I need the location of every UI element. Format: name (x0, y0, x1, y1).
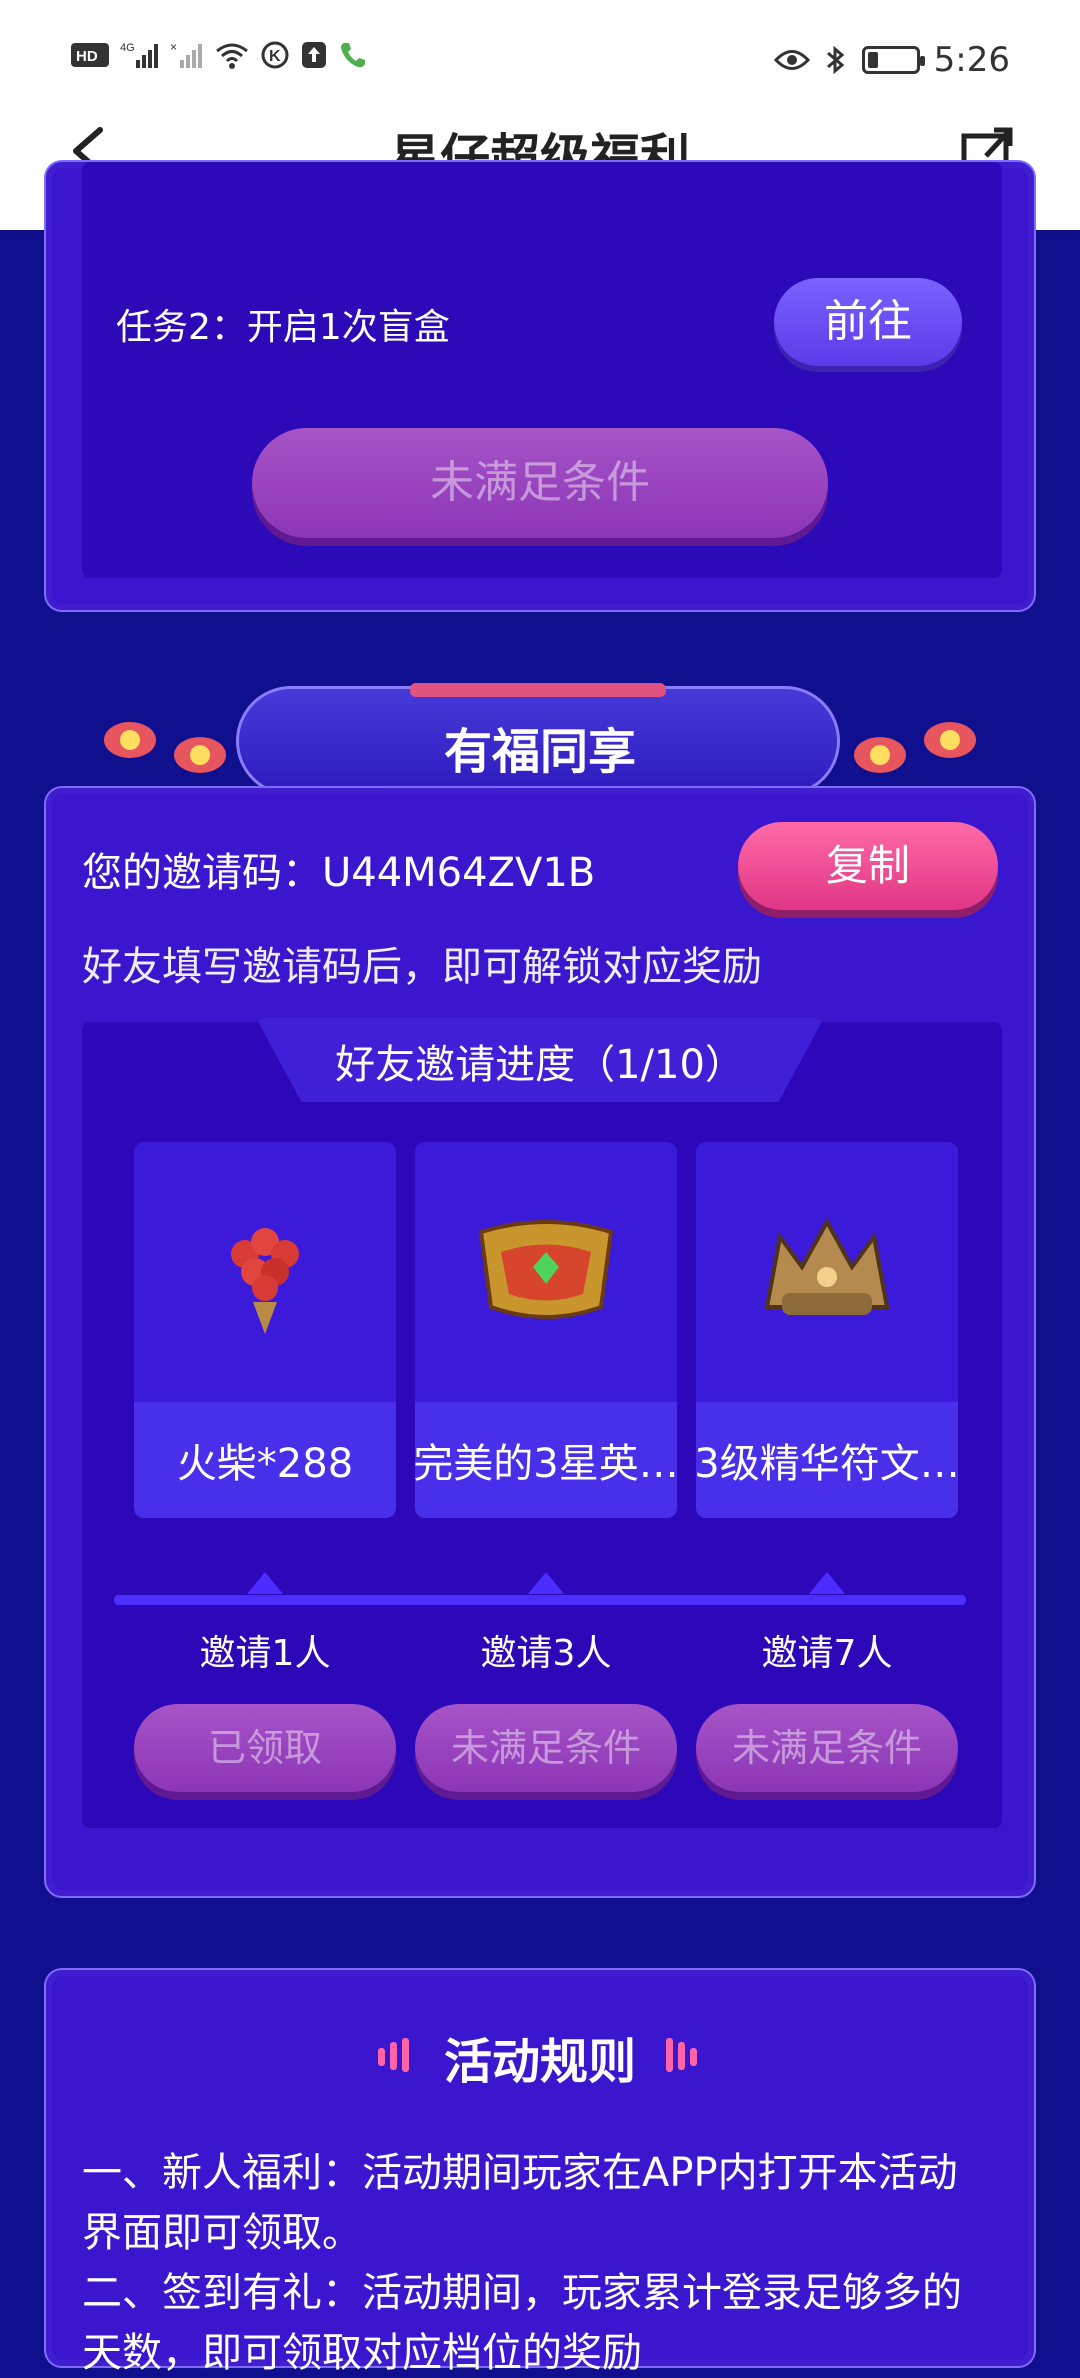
reward-card-1: 火柴*288 (134, 1142, 396, 1518)
call-icon (338, 40, 366, 70)
reward-2-name: 完美的3星英… (415, 1402, 677, 1518)
eye-icon (773, 47, 810, 73)
invite-progress-line (114, 1595, 966, 1605)
hero-chest-icon (415, 1142, 677, 1402)
battery-level (867, 52, 879, 68)
reward-2-button[interactable]: 未满足条件 (415, 1704, 677, 1792)
svg-text:×: × (170, 40, 177, 54)
unlock-text: 好友填写邀请码后，即可解锁对应奖励 (82, 944, 762, 990)
matches-bouquet-icon (134, 1142, 396, 1402)
svg-text:HD: HD (76, 48, 98, 65)
signal-icon: × (170, 40, 204, 70)
upload-icon (300, 40, 328, 70)
rules-line-3: 二、签到有礼：活动期间，玩家累计登录足够多的 (82, 2270, 962, 2316)
bluetooth-icon (824, 45, 848, 75)
reward-card-3: 3级精华符文… (696, 1142, 958, 1518)
progress-title: 好友邀请进度（1/10） (335, 1042, 745, 1088)
reward-1-button[interactable]: 已领取 (134, 1704, 396, 1792)
4g-signal-icon: 4G (120, 40, 160, 70)
svg-text:K: K (269, 48, 281, 65)
rune-crown-icon (696, 1142, 958, 1402)
progress-tick-2 (528, 1572, 564, 1594)
k-icon: K (260, 40, 290, 70)
progress-tick-3 (809, 1572, 845, 1594)
invite-code-label: 您的邀请码：U44M64ZV1B (82, 850, 596, 896)
reward-card-2: 完美的3星英… (415, 1142, 677, 1518)
status-time: 5:26 (933, 40, 1010, 80)
reward-1-requirement: 邀请1人 (199, 1633, 331, 1674)
task-card (44, 160, 1036, 612)
progress-tick-1 (247, 1572, 283, 1594)
svg-text:4G: 4G (120, 42, 135, 54)
reward-1-name: 火柴*288 (134, 1402, 396, 1518)
hd-icon: HD (70, 42, 110, 68)
status-icons-left: HD 4G × K (70, 40, 366, 70)
rules-line-2: 界面即可领取。 (82, 2210, 362, 2256)
task2-text: 任务2：开启1次盲盒 (116, 307, 450, 348)
copy-button[interactable]: 复制 (738, 822, 998, 910)
reward-2-requirement: 邀请3人 (480, 1633, 612, 1674)
rules-line-1: 一、新人福利：活动期间玩家在APP内打开本活动 (82, 2150, 958, 2196)
task-claim-button[interactable]: 未满足条件 (252, 428, 828, 538)
reward-3-name: 3级精华符文… (696, 1402, 958, 1518)
banner-top-stripe (410, 683, 666, 697)
wifi-icon (214, 40, 250, 70)
rules-title: 活动规则 (443, 2034, 636, 2090)
reward-3-button[interactable]: 未满足条件 (696, 1704, 958, 1792)
battery-icon (861, 46, 925, 74)
reward-3-requirement: 邀请7人 (761, 1633, 893, 1674)
rules-line-4: 天数，即可领取对应档位的奖励 (82, 2330, 642, 2376)
status-icons-right: 5:26 (773, 40, 1010, 80)
go-button[interactable]: 前往 (774, 278, 962, 366)
